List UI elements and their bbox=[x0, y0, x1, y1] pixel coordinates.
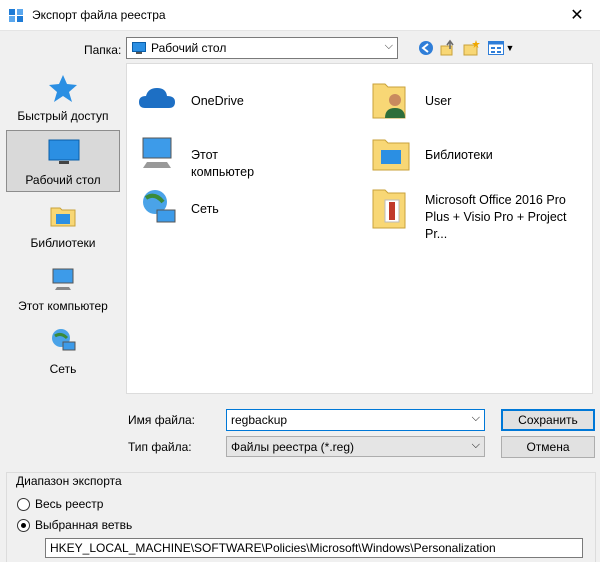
item-label: Сеть bbox=[191, 202, 219, 216]
up-folder-icon bbox=[440, 39, 454, 56]
radio-dot[interactable] bbox=[17, 497, 30, 511]
new-folder-icon bbox=[463, 40, 480, 56]
chevron-down-icon[interactable]: ⌵ bbox=[472, 412, 480, 425]
place-network[interactable]: Сеть bbox=[6, 320, 120, 382]
registry-editor-icon bbox=[9, 9, 23, 22]
item-label-line1: Microsoft Office 2016 Pro bbox=[425, 193, 566, 207]
places-bar: Быстрый доступ Рабочий стол Библиотеки Э… bbox=[4, 63, 122, 394]
title-bar: Экспорт файла реестра ✕ bbox=[0, 0, 600, 31]
place-label: Библиотеки bbox=[30, 236, 96, 250]
network-icon bbox=[52, 329, 76, 351]
close-button[interactable]: ✕ bbox=[554, 0, 600, 30]
star-icon bbox=[49, 75, 77, 102]
radio-label: Выбранная ветвь bbox=[35, 518, 133, 532]
libraries-icon bbox=[372, 139, 410, 171]
place-label: Этот компьютер bbox=[18, 299, 108, 313]
filename-input[interactable]: regbackup ⌵ bbox=[226, 409, 485, 431]
radio-all-registry[interactable]: Весь реестр bbox=[17, 497, 103, 511]
desktop-icon bbox=[48, 139, 80, 164]
desktop-icon bbox=[132, 42, 146, 54]
filetype-label: Тип файла: bbox=[128, 440, 192, 454]
item-label: User bbox=[425, 94, 452, 108]
filename-value: regbackup bbox=[231, 413, 288, 427]
folder-dropdown[interactable]: Рабочий стол ⌵ bbox=[126, 37, 398, 59]
chevron-down-icon: ▼ bbox=[505, 43, 515, 53]
branch-path-input[interactable]: HKEY_LOCAL_MACHINE\SOFTWARE\Policies\Mic… bbox=[45, 538, 583, 558]
close-icon: ✕ bbox=[570, 7, 584, 24]
filename-label: Имя файла: bbox=[128, 413, 195, 427]
radio-dot[interactable] bbox=[17, 518, 30, 532]
computer-icon bbox=[142, 137, 172, 168]
user-folder-icon bbox=[372, 83, 406, 119]
place-label: Быстрый доступ bbox=[17, 109, 109, 123]
item-label: Библиотеки bbox=[425, 148, 493, 162]
chevron-down-icon: ⌵ bbox=[471, 439, 480, 451]
place-libraries[interactable]: Библиотеки bbox=[6, 194, 120, 256]
export-range-title: Диапазон экспорта bbox=[14, 474, 124, 488]
radio-selected-branch[interactable]: Выбранная ветвь bbox=[17, 518, 132, 532]
new-folder-button[interactable] bbox=[462, 38, 482, 58]
folder-label: Папка: bbox=[84, 43, 122, 57]
place-desktop[interactable]: Рабочий стол bbox=[6, 130, 120, 192]
place-label: Сеть bbox=[49, 362, 77, 376]
view-menu-button[interactable]: ▼ bbox=[486, 38, 516, 58]
chevron-down-icon: ⌵ bbox=[384, 40, 393, 52]
cancel-button[interactable]: Отмена bbox=[501, 436, 595, 458]
place-label: Рабочий стол bbox=[25, 173, 101, 187]
item-label: OneDrive bbox=[191, 94, 244, 108]
cloud-icon bbox=[139, 88, 175, 108]
computer-icon bbox=[52, 268, 74, 290]
window-title: Экспорт файла реестра bbox=[32, 8, 166, 22]
back-icon bbox=[419, 41, 433, 55]
save-button[interactable]: Сохранить bbox=[501, 409, 595, 431]
back-button[interactable] bbox=[416, 38, 436, 58]
up-folder-button[interactable] bbox=[438, 38, 458, 58]
shortcut-folder-icon bbox=[372, 189, 406, 229]
place-quick-access[interactable]: Быстрый доступ bbox=[6, 67, 120, 129]
file-list[interactable]: OneDrive User Этот компьютер Библиотеки … bbox=[126, 63, 593, 394]
item-label: Этот компьютер bbox=[191, 148, 255, 179]
filetype-value: Файлы реестра (*.reg) bbox=[231, 440, 354, 454]
radio-label: Весь реестр bbox=[35, 497, 104, 511]
network-icon bbox=[143, 190, 176, 223]
libraries-icon bbox=[50, 207, 76, 227]
place-this-pc[interactable]: Этот компьютер bbox=[6, 257, 120, 319]
view-menu-icon bbox=[487, 41, 504, 55]
folder-value: Рабочий стол bbox=[151, 41, 227, 55]
filetype-select[interactable]: Файлы реестра (*.reg) ⌵ bbox=[226, 436, 485, 457]
item-label-line2: Plus + Visio Pro + Project Pr... bbox=[425, 210, 567, 241]
